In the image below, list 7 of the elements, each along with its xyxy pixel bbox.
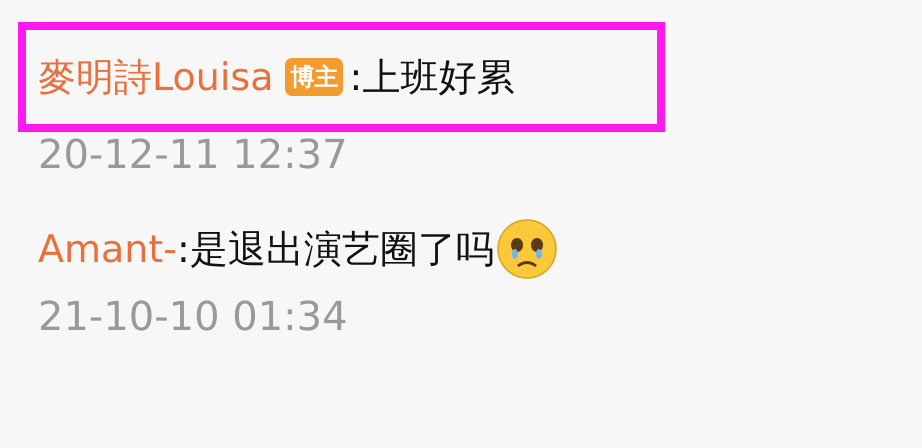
comment-time: 21-10-10 01:34 [37,294,349,340]
comment-time: 20-12-11 12:37 [37,132,349,178]
comment-author[interactable]: 麥明詩Louisa [38,52,274,102]
comment-author[interactable]: Amant- [38,227,177,271]
comment-text: :是退出演艺圈了吗 [177,226,494,272]
author-badge: 博主 [285,58,344,96]
comment-text: :上班好累 [349,54,514,100]
